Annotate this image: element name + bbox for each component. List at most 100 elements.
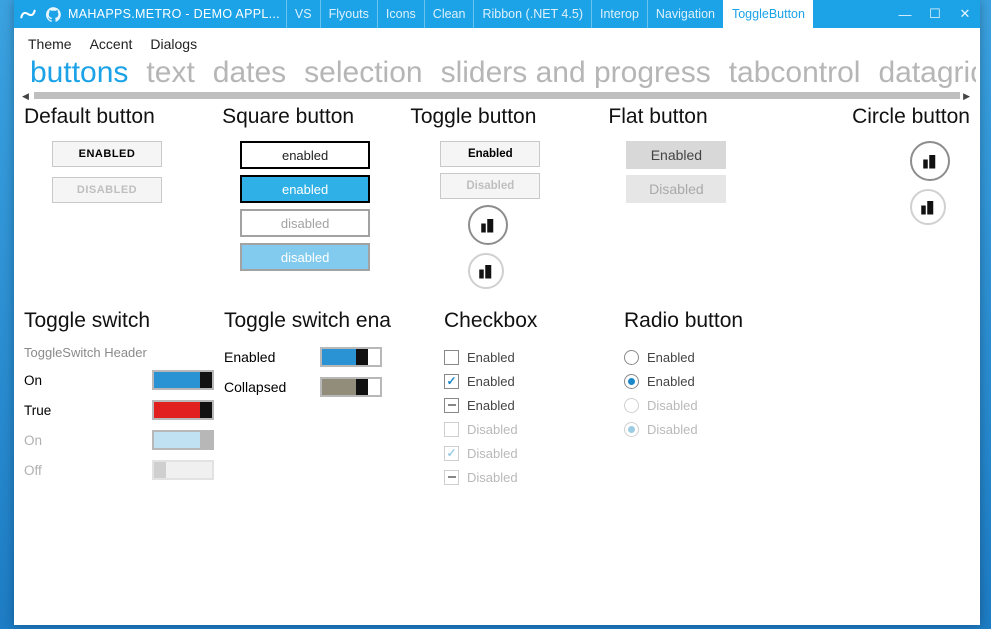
titlebar-nav: VSFlyoutsIconsCleanRibbon (.NET 4.5)Inte… — [286, 0, 813, 28]
building-icon — [479, 216, 497, 234]
section-toggle-switch: Toggle switch ToggleSwitch Header On Tru… — [24, 309, 224, 489]
checkbox — [444, 422, 459, 437]
github-icon[interactable] — [42, 7, 64, 22]
row-2: Toggle switch ToggleSwitch Header On Tru… — [24, 309, 970, 489]
toggle-switch2-row: Collapsed — [224, 375, 444, 399]
menubar-item[interactable]: Dialogs — [150, 36, 197, 52]
toggle-switch-row: True — [24, 398, 214, 422]
tab-item[interactable]: datagrid — [878, 56, 976, 90]
section-checkbox: Checkbox Enabled✓EnabledEnabledDisabled✓… — [444, 309, 624, 489]
section-title: Toggle button — [410, 105, 608, 129]
titlebar-nav-item[interactable]: Navigation — [647, 0, 723, 28]
radio-label: Enabled — [647, 374, 695, 389]
toggle-switch-on[interactable] — [152, 370, 214, 390]
checkbox[interactable]: ✓ — [444, 374, 459, 389]
titlebar-nav-item[interactable]: Flyouts — [320, 0, 377, 28]
default-enabled-button[interactable]: ENABLED — [52, 141, 162, 167]
radio[interactable] — [624, 350, 639, 365]
content: Default button ENABLED DISABLED Square b… — [14, 99, 980, 499]
row-1: Default button ENABLED DISABLED Square b… — [24, 105, 970, 297]
flat-disabled-button: Disabled — [626, 175, 726, 203]
square-enabled-accent-button[interactable]: enabled — [240, 175, 370, 203]
toggle-switch2-row: Enabled — [224, 345, 444, 369]
toggle-disabled-button: Disabled — [440, 173, 540, 199]
flat-enabled-button[interactable]: Enabled — [626, 141, 726, 169]
switch-label: On — [24, 433, 42, 448]
checkbox: ✓ — [444, 446, 459, 461]
section-radio-button: Radio button EnabledEnabledDisabledDisab… — [624, 309, 834, 489]
radio-row: Disabled — [624, 393, 834, 417]
tabstrip: buttons text dates selection sliders and pro… — [18, 56, 976, 90]
checkbox-row: Enabled — [444, 345, 624, 369]
toggle-switch-enabled[interactable] — [320, 347, 382, 367]
section-title: Radio button — [624, 309, 834, 333]
square-enabled-button[interactable]: enabled — [240, 141, 370, 169]
maximize-button[interactable]: ☐ — [920, 0, 950, 28]
toggle-switch-true[interactable] — [152, 400, 214, 420]
tab-item[interactable]: dates — [213, 56, 286, 90]
switch-label: Off — [24, 463, 42, 478]
checkbox[interactable] — [444, 350, 459, 365]
radio[interactable] — [624, 374, 639, 389]
section-toggle-button: Toggle button Enabled Disabled — [410, 105, 608, 297]
minimize-button[interactable]: — — [890, 0, 920, 28]
radio-label: Disabled — [647, 422, 698, 437]
tabstrip-wrap: buttons text dates selection sliders and pro… — [18, 56, 976, 99]
switch-label: Collapsed — [224, 379, 312, 395]
checkbox-label: Enabled — [467, 398, 515, 413]
checkbox-label: Disabled — [467, 422, 518, 437]
toggle-switch-collapsed[interactable] — [320, 377, 382, 397]
checkbox-label: Disabled — [467, 446, 518, 461]
tab-item[interactable]: sliders and progress — [441, 56, 711, 90]
titlebar-nav-item[interactable]: VS — [286, 0, 320, 28]
toggle-switch-disabled-off — [152, 460, 214, 480]
titlebar-nav-item[interactable]: Icons — [377, 0, 424, 28]
square-disabled-accent-button: disabled — [240, 243, 370, 271]
titlebar-nav-item[interactable]: Interop — [591, 0, 647, 28]
tab-item[interactable]: text — [146, 56, 194, 90]
section-toggle-switch-enabled: Toggle switch ena Enabled Collapsed — [224, 309, 444, 489]
checkbox-label: Enabled — [467, 374, 515, 389]
radio — [624, 398, 639, 413]
tabstrip-bar[interactable] — [34, 92, 960, 99]
circle-enabled-button[interactable] — [910, 141, 950, 181]
toggle-circle-enabled-button[interactable] — [468, 205, 508, 245]
section-title: Circle button — [852, 105, 970, 129]
checkbox-row: Disabled — [444, 417, 624, 441]
section-title: Checkbox — [444, 309, 624, 333]
building-icon — [921, 152, 939, 170]
switch-label: True — [24, 403, 51, 418]
checkbox-row: Enabled — [444, 393, 624, 417]
radio-row: Disabled — [624, 417, 834, 441]
building-icon — [919, 198, 937, 216]
toggle-switch-header-label: ToggleSwitch Header — [24, 345, 224, 360]
switch-label: On — [24, 373, 42, 388]
section-square-button: Square button enabled enabled disabled d… — [222, 105, 410, 297]
toggle-switch-row: On — [24, 428, 214, 452]
close-button[interactable]: ✕ — [950, 0, 980, 28]
tab-item[interactable]: tabcontrol — [729, 56, 861, 90]
tabstrip-left-arrow-icon[interactable]: ◀ — [22, 91, 29, 102]
radio — [624, 422, 639, 437]
tab-item[interactable]: selection — [304, 56, 422, 90]
tabstrip-right-arrow-icon[interactable]: ▶ — [963, 91, 970, 102]
titlebar-nav-item[interactable]: Ribbon (.NET 4.5) — [473, 0, 591, 28]
section-default-button: Default button ENABLED DISABLED — [24, 105, 222, 297]
toggle-switch-disabled-on — [152, 430, 214, 450]
checkbox[interactable] — [444, 398, 459, 413]
menubar-item[interactable]: Theme — [28, 36, 72, 52]
app-logo-icon — [14, 0, 42, 28]
app-window: MAHAPPS.METRO - DEMO APPL... VSFlyoutsIc… — [14, 0, 980, 625]
tab-item[interactable]: buttons — [30, 56, 128, 90]
checkbox-list: Enabled✓EnabledEnabledDisabled✓DisabledD… — [444, 345, 624, 489]
checkbox-row: ✓ Disabled — [444, 441, 624, 465]
building-icon — [477, 262, 495, 280]
radio-row: Enabled — [624, 369, 834, 393]
titlebar-nav-item[interactable]: Clean — [424, 0, 474, 28]
menubar: Theme Accent Dialogs — [14, 28, 980, 56]
radio-label: Disabled — [647, 398, 698, 413]
toggle-enabled-button[interactable]: Enabled — [440, 141, 540, 167]
titlebar-nav-item[interactable]: ToggleButton — [723, 0, 813, 28]
toggle-switch-row: On — [24, 368, 214, 392]
menubar-item[interactable]: Accent — [90, 36, 133, 52]
